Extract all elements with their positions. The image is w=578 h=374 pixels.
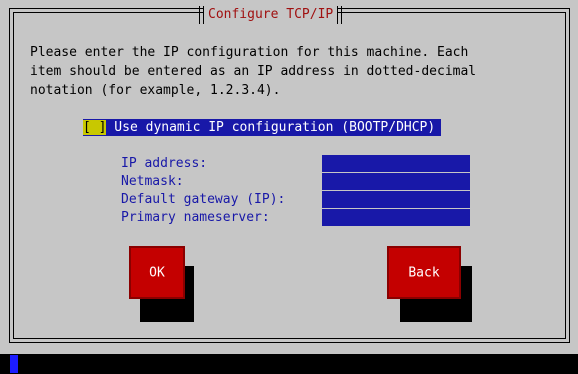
ip-address-label: IP address: (121, 156, 208, 171)
back-button[interactable]: Back (387, 246, 461, 299)
netmask-label: Netmask: (121, 174, 184, 189)
status-bar (0, 354, 578, 374)
nameserver-label: Primary nameserver: (121, 210, 270, 225)
cursor-block (10, 355, 18, 373)
ok-button[interactable]: OK (129, 246, 185, 299)
instructions-text: Please enter the IP configuration for th… (30, 45, 477, 98)
nameserver-field[interactable] (322, 209, 470, 226)
gateway-label: Default gateway (IP): (121, 192, 286, 207)
ok-button-label: OK (149, 265, 165, 280)
dhcp-checkbox-label: Use dynamic IP configuration (BOOTP/DHCP… (106, 120, 436, 135)
netmask-field[interactable] (322, 173, 470, 190)
dialog-title: Configure TCP/IP (198, 6, 343, 24)
checkbox-mark[interactable]: [ ] (83, 120, 107, 135)
dhcp-checkbox[interactable]: [ ] Use dynamic IP configuration (BOOTP/… (83, 119, 442, 136)
back-button-label: Back (408, 265, 440, 280)
ip-address-field[interactable] (322, 155, 470, 172)
gateway-field[interactable] (322, 191, 470, 208)
